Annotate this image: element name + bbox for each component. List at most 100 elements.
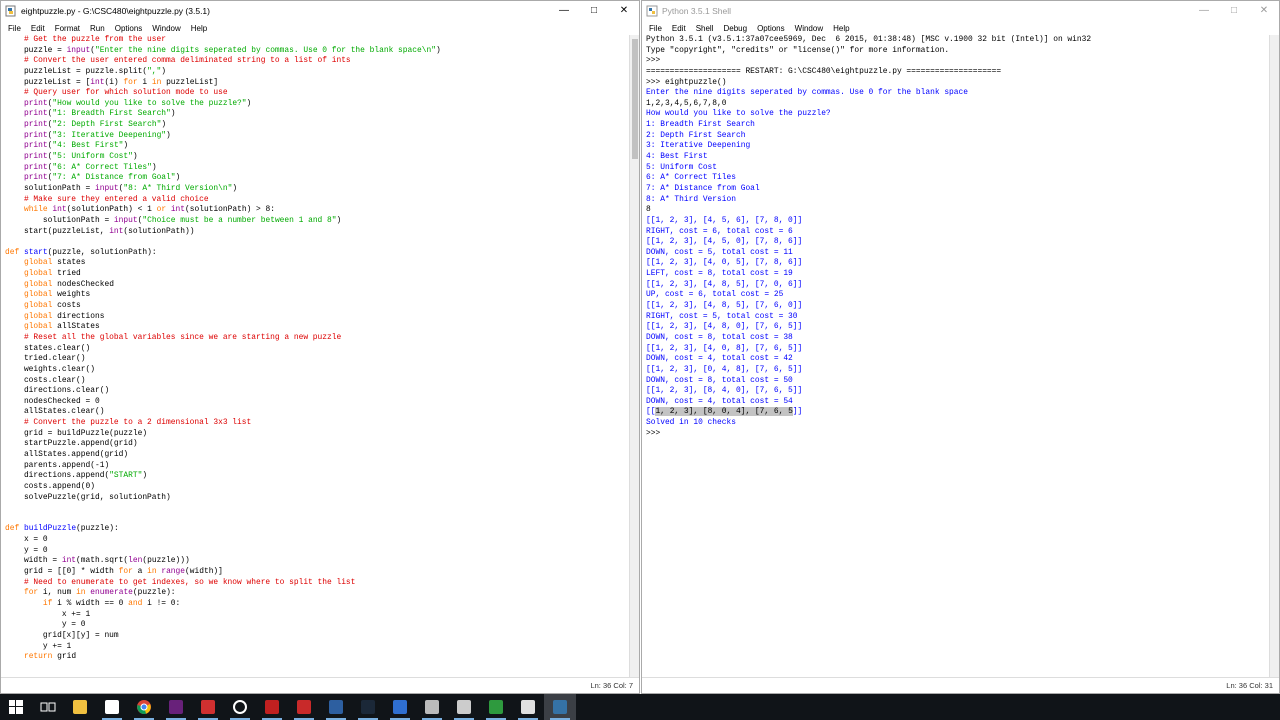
python-idle-icon[interactable] <box>544 694 576 720</box>
code-token: def <box>5 247 20 257</box>
minimize-button[interactable]: — <box>1189 1 1219 21</box>
menu-help[interactable]: Help <box>828 24 854 33</box>
shell-line: [[1, 2, 3], [4, 8, 5], [7, 6, 0]] <box>646 301 1269 312</box>
code-line: startPuzzle.append(grid) <box>5 439 629 450</box>
shell-scrollbar[interactable] <box>1269 35 1279 677</box>
close-button[interactable]: ✕ <box>609 1 639 21</box>
chrome-icon[interactable] <box>128 694 160 720</box>
maximize-button[interactable]: □ <box>579 1 609 21</box>
windows-start-icon[interactable] <box>0 694 32 720</box>
code-token: i % width == 0 <box>52 598 129 608</box>
code-token: # Convert the puzzle to a 2 dimensional … <box>5 418 252 428</box>
camtasia-icon[interactable] <box>480 694 512 720</box>
code-token: for <box>118 567 133 577</box>
code-token: input <box>66 45 91 55</box>
code-token: 1,2,3,4,5,6,7,8,0 <box>646 98 727 108</box>
menu-edit[interactable]: Edit <box>26 24 50 33</box>
code-token: DOWN, cost = 4, total cost = 42 <box>646 354 793 364</box>
menu-window[interactable]: Window <box>147 24 185 33</box>
editor-code-area[interactable]: # Get the puzzle from the user puzzle = … <box>1 35 629 677</box>
shell-output-area[interactable]: Python 3.5.1 (v3.5.1:37a07cee5969, Dec 6… <box>642 35 1269 677</box>
app-dark-icon[interactable] <box>512 694 544 720</box>
shell-line: >>> <box>646 429 1269 440</box>
app-red-icon[interactable] <box>192 694 224 720</box>
code-token: DOWN, cost = 4, total cost = 54 <box>646 396 793 406</box>
shell-line: >>> eightpuzzle() <box>646 78 1269 89</box>
code-line: global states <box>5 258 629 269</box>
code-token: allStates.append(grid) <box>5 449 129 459</box>
shell-line: [[1, 2, 3], [8, 4, 0], [7, 6, 5]] <box>646 386 1269 397</box>
menu-window[interactable]: Window <box>790 24 828 33</box>
app-gray2-icon[interactable] <box>448 694 480 720</box>
code-token: ) <box>161 66 167 76</box>
close-button[interactable]: ✕ <box>1249 1 1279 21</box>
photoshop-icon[interactable] <box>320 694 352 720</box>
code-token: grid <box>52 652 77 662</box>
menu-debug[interactable]: Debug <box>718 24 752 33</box>
editor-titlebar[interactable]: eightpuzzle.py - G:\CSC480\eightpuzzle.p… <box>1 1 639 21</box>
menu-format[interactable]: Format <box>50 24 85 33</box>
code-token: ) <box>435 45 441 55</box>
code-token: and <box>128 598 143 608</box>
app-red2-icon[interactable] <box>256 694 288 720</box>
shell-line: 1: Breadth First Search <box>646 120 1269 131</box>
code-token: width = <box>5 556 62 566</box>
code-token: int <box>109 226 124 236</box>
menu-help[interactable]: Help <box>186 24 212 33</box>
editor-scrollbar[interactable] <box>629 35 639 677</box>
menu-file[interactable]: File <box>3 24 26 33</box>
code-token: puzzleList = puzzle.split( <box>5 66 148 76</box>
app-red3-icon[interactable] <box>288 694 320 720</box>
task-view-icon[interactable] <box>32 694 64 720</box>
shell-line: Python 3.5.1 (v3.5.1:37a07cee5969, Dec 6… <box>646 35 1269 46</box>
obs-icon[interactable] <box>224 694 256 720</box>
menu-edit[interactable]: Edit <box>667 24 691 33</box>
shell-line: DOWN, cost = 4, total cost = 42 <box>646 354 1269 365</box>
app-blue-icon[interactable] <box>384 694 416 720</box>
store-icon[interactable] <box>96 694 128 720</box>
steam-icon[interactable] <box>352 694 384 720</box>
code-token: x = 0 <box>5 535 48 545</box>
shell-titlebar[interactable]: Python 3.5.1 Shell — □ ✕ <box>642 1 1279 21</box>
code-token: UP, cost = 6, total cost = 25 <box>646 290 784 300</box>
code-token: [[1, 2, 3], [4, 8, 5], [7, 6, 0]] <box>646 301 803 311</box>
python-shell-icon <box>646 5 658 17</box>
menu-file[interactable]: File <box>644 24 667 33</box>
shell-line: 2: Depth First Search <box>646 131 1269 142</box>
code-token: (solutionPath) > 8: <box>185 205 275 215</box>
code-token: y += 1 <box>5 641 72 651</box>
code-token: [[1, 2, 3], [4, 8, 0], [7, 6, 5]] <box>646 322 803 332</box>
app-gray-icon[interactable] <box>416 694 448 720</box>
code-token: 5: Uniform Cost <box>646 162 718 172</box>
shell-line: DOWN, cost = 8, total cost = 38 <box>646 333 1269 344</box>
menu-options[interactable]: Options <box>752 24 790 33</box>
code-token: LEFT, cost = 8, total cost = 19 <box>646 269 793 279</box>
code-token: (solutionPath) < 1 <box>66 205 157 215</box>
file-explorer-icon[interactable] <box>64 694 96 720</box>
shell-line: >>> <box>646 56 1269 67</box>
code-token: DOWN, cost = 8, total cost = 50 <box>646 375 793 385</box>
shell-line: [[1, 2, 3], [4, 8, 5], [7, 0, 6]] <box>646 280 1269 291</box>
code-token: ) <box>142 471 148 481</box>
maximize-button[interactable]: □ <box>1219 1 1249 21</box>
menu-run[interactable]: Run <box>85 24 110 33</box>
editor-scroll-thumb[interactable] <box>632 39 638 159</box>
shell-line: RIGHT, cost = 6, total cost = 6 <box>646 227 1269 238</box>
menu-shell[interactable]: Shell <box>691 24 719 33</box>
code-token: "3: Iterative Deepening" <box>52 130 167 140</box>
minimize-button[interactable]: — <box>549 1 579 21</box>
code-line: x = 0 <box>5 535 629 546</box>
code-line: y += 1 <box>5 642 629 653</box>
code-token: ) <box>175 173 181 183</box>
code-token: in <box>151 77 162 87</box>
code-token: len <box>128 556 143 566</box>
menu-options[interactable]: Options <box>110 24 148 33</box>
code-token: global <box>23 322 53 332</box>
code-token: [[1, 2, 3], [0, 4, 8], [7, 6, 5]] <box>646 364 803 374</box>
shell-line: [[1, 2, 3], [4, 8, 0], [7, 6, 5]] <box>646 322 1269 333</box>
visual-studio-icon[interactable] <box>160 694 192 720</box>
